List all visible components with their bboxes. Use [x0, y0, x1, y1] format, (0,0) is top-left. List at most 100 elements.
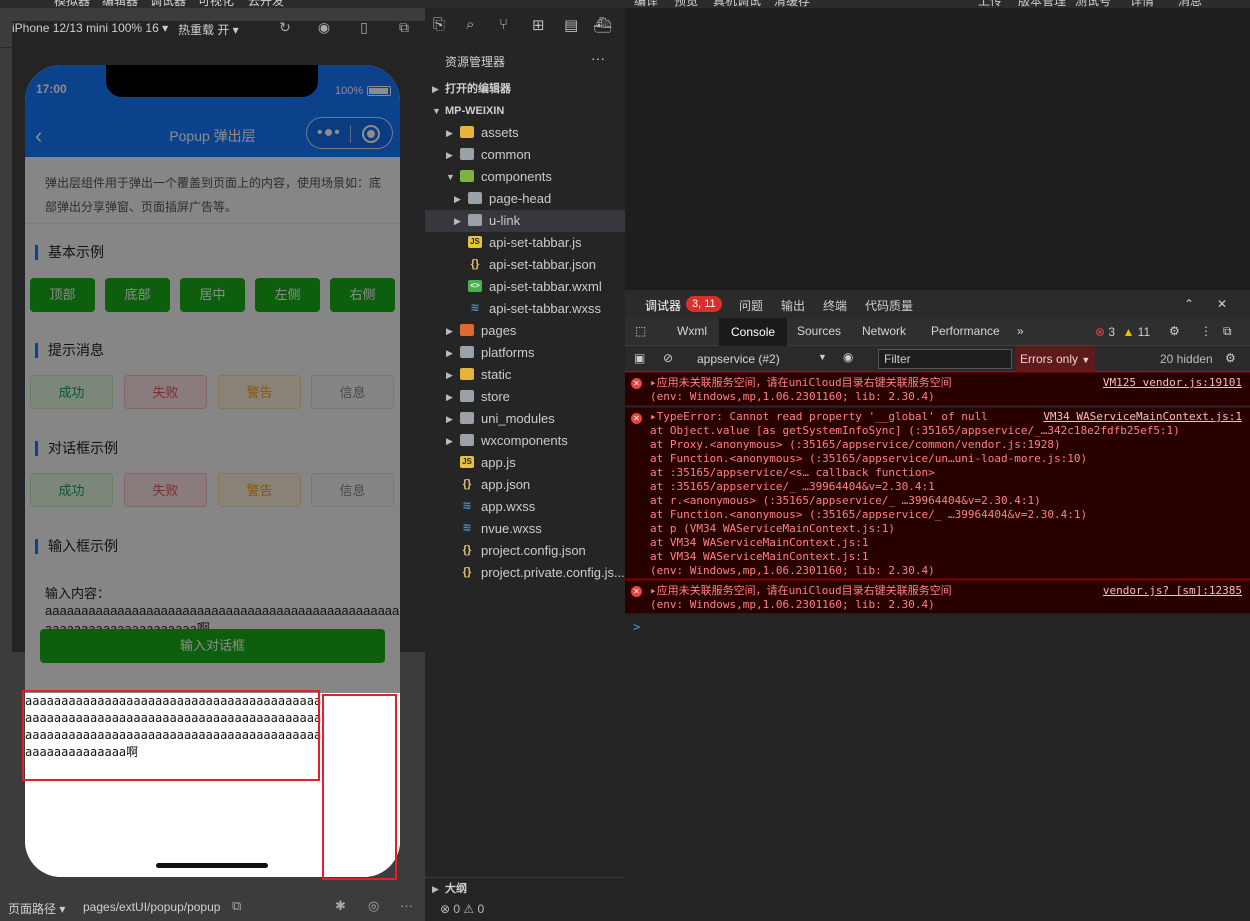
tab-problems[interactable]: 问题	[739, 297, 763, 314]
stack-line[interactable]: at Function.<anonymous> (:35165/appservi…	[650, 452, 1087, 466]
hot-reload-toggle[interactable]: 热重载 开 ▾	[178, 21, 239, 38]
tree-item[interactable]: ≋ api-set-tabbar.wxss	[425, 298, 625, 320]
stop-icon[interactable]: ◉	[316, 19, 332, 35]
outline-header[interactable]: ▶ 大纲	[425, 877, 625, 899]
stack-line[interactable]: at VM34 WAServiceMainContext.js:1	[650, 536, 869, 550]
sidebar-toggle-icon[interactable]: ▣	[634, 351, 645, 365]
menu-remote-debug[interactable]: 真机调试	[713, 0, 761, 8]
menu-version[interactable]: 版本管理	[1018, 0, 1066, 8]
context-selector[interactable]: appservice (#2)	[697, 352, 780, 366]
stack-line[interactable]: at p (VM34 WAServiceMainContext.js:1)	[650, 522, 895, 536]
menu-upload[interactable]: 上传	[978, 0, 1002, 8]
tab-network[interactable]: Network	[862, 324, 906, 338]
console-settings-icon[interactable]: ⚙	[1225, 351, 1236, 365]
menu-details[interactable]: 详情	[1130, 0, 1154, 8]
tree-item[interactable]: ▶ pages	[425, 320, 625, 342]
tree-item[interactable]: {} api-set-tabbar.json	[425, 254, 625, 276]
project-header[interactable]: ▼ MP-WEIXIN	[425, 100, 625, 122]
menu-compile[interactable]: 编译	[634, 0, 658, 8]
dock-icon[interactable]: ⧉	[1223, 324, 1232, 339]
chevron-down-icon[interactable]: ▼	[818, 352, 827, 362]
tree-item[interactable]: <> api-set-tabbar.wxml	[425, 276, 625, 298]
refresh-icon[interactable]: ↻	[277, 19, 293, 35]
kebab-icon[interactable]: ⋮	[1200, 324, 1212, 338]
storage-icon[interactable]: ▤	[564, 16, 578, 34]
tree-item[interactable]: ▶ platforms	[425, 342, 625, 364]
problems-status[interactable]: ⊗ 0 ⚠ 0	[425, 899, 625, 921]
clear-console-icon[interactable]: ⊘	[663, 351, 673, 365]
chevron-up-icon[interactable]: ⌃	[1184, 297, 1194, 311]
menu-messages[interactable]: 消息	[1178, 0, 1202, 8]
tree-item[interactable]: ≋ nvue.wxss	[425, 518, 625, 540]
console-error-entry[interactable]: ✕ ▸应用未关联服务空间，请在uniCloud目录右键关联服务空间 (env: …	[625, 372, 1250, 406]
more-tabs-icon[interactable]: »	[1017, 324, 1024, 338]
menu-debugger[interactable]: 调试器	[150, 0, 186, 8]
tree-item[interactable]: ▶ uni_modules	[425, 408, 625, 430]
tree-item[interactable]: ▼ components	[425, 166, 625, 188]
files-icon[interactable]: ⎘	[433, 16, 445, 33]
tree-item[interactable]: ▶ store	[425, 386, 625, 408]
tree-item[interactable]: JS app.js	[425, 452, 625, 474]
menu-editor[interactable]: 编辑器	[102, 0, 138, 8]
tab-code-quality[interactable]: 代码质量	[865, 297, 913, 314]
inspect-icon[interactable]: ⬚	[635, 324, 646, 338]
menu-visual[interactable]: 可视化	[198, 0, 234, 8]
source-control-icon[interactable]: ⑂	[499, 16, 508, 33]
menu-cloud[interactable]: 云开发	[248, 0, 284, 8]
error-warn-counts[interactable]: ⊗ 3 ▲ 11	[1095, 325, 1150, 339]
tree-item[interactable]: ▶ common	[425, 144, 625, 166]
eye-icon[interactable]: ◎	[368, 898, 379, 914]
error-source-link[interactable]: VM125 vendor.js:19101	[1103, 376, 1242, 389]
explorer-more-icon[interactable]: ···	[591, 50, 605, 66]
stack-line[interactable]: at Proxy.<anonymous> (:35165/appservice/…	[650, 438, 1061, 452]
more-icon[interactable]: ···	[400, 898, 413, 913]
extensions-icon[interactable]: ⊞	[532, 16, 545, 34]
menu-test-account[interactable]: 测试号	[1075, 0, 1111, 8]
tab-debugger[interactable]: 调试器	[645, 297, 681, 314]
tree-item[interactable]: JS api-set-tabbar.js	[425, 232, 625, 254]
menu-simulator[interactable]: 模拟器	[54, 0, 90, 8]
bug-icon[interactable]: ✱	[335, 898, 346, 914]
tab-performance[interactable]: Performance	[931, 324, 1000, 338]
tab-terminal[interactable]: 终端	[823, 297, 847, 314]
stack-line[interactable]: at :35165/appservice/<s… callback functi…	[650, 466, 935, 480]
tree-item[interactable]: {} app.json	[425, 474, 625, 496]
page-path-label[interactable]: 页面路径 ▾	[8, 900, 65, 917]
tree-item[interactable]: ≋ app.wxss	[425, 496, 625, 518]
open-editors-header[interactable]: ▶ 打开的编辑器	[425, 78, 625, 100]
console-error-entry[interactable]: ✕ ▸应用未关联服务空间，请在uniCloud目录右键关联服务空间 (env: …	[625, 580, 1250, 614]
tree-item[interactable]: ▶ u-link	[425, 210, 625, 232]
stack-line[interactable]: at Function.<anonymous> (:35165/appservi…	[650, 508, 1087, 522]
tree-item[interactable]: ▶ page-head	[425, 188, 625, 210]
popup-mask[interactable]	[25, 65, 400, 693]
stack-line[interactable]: at :35165/appservice/_ …39964404&v=2.30.…	[650, 480, 935, 494]
tree-item[interactable]: {} project.config.json	[425, 540, 625, 562]
tree-item[interactable]: ▶ static	[425, 364, 625, 386]
error-source-link[interactable]: VM34 WAServiceMainContext.js:1	[1043, 410, 1242, 423]
console-error-entry[interactable]: ✕ ▸TypeError: Cannot read property '__gl…	[625, 407, 1250, 579]
menu-clear-cache[interactable]: 清缓存	[774, 0, 810, 8]
tab-output[interactable]: 输出	[781, 297, 805, 314]
error-source-link[interactable]: vendor.js? [sm]:12385	[1103, 584, 1242, 597]
gear-icon[interactable]: ⚙	[1169, 324, 1180, 338]
stack-line[interactable]: at Object.value [as getSystemInfoSync] (…	[650, 424, 1180, 438]
docker-icon[interactable]: ⛴	[593, 16, 612, 34]
tree-item[interactable]: ▶ wxcomponents	[425, 430, 625, 452]
stack-line[interactable]: at VM34 WAServiceMainContext.js:1	[650, 550, 869, 564]
filter-input[interactable]: Filter	[878, 349, 1012, 369]
console-prompt[interactable]: >	[633, 620, 640, 634]
tree-item[interactable]: ▶ assets	[425, 122, 625, 144]
log-level-select[interactable]: Errors only ▼	[1016, 346, 1095, 372]
tree-item[interactable]: {} project.private.config.js...	[425, 562, 625, 584]
stack-line[interactable]: at r.<anonymous> (:35165/appservice/_ …3…	[650, 494, 1041, 508]
menu-preview[interactable]: 预览	[674, 0, 698, 8]
tab-sources[interactable]: Sources	[797, 324, 841, 338]
phone-icon[interactable]: ▯	[356, 19, 372, 35]
tab-console[interactable]: Console	[719, 318, 788, 346]
search-icon[interactable]: ⌕	[466, 16, 474, 33]
detach-window-icon[interactable]: ⧉	[396, 19, 412, 35]
close-icon[interactable]: ✕	[1217, 297, 1227, 311]
eye-icon[interactable]: ◉	[843, 350, 853, 364]
tab-wxml[interactable]: Wxml	[677, 324, 707, 338]
copy-icon[interactable]: ⧉	[232, 898, 241, 914]
